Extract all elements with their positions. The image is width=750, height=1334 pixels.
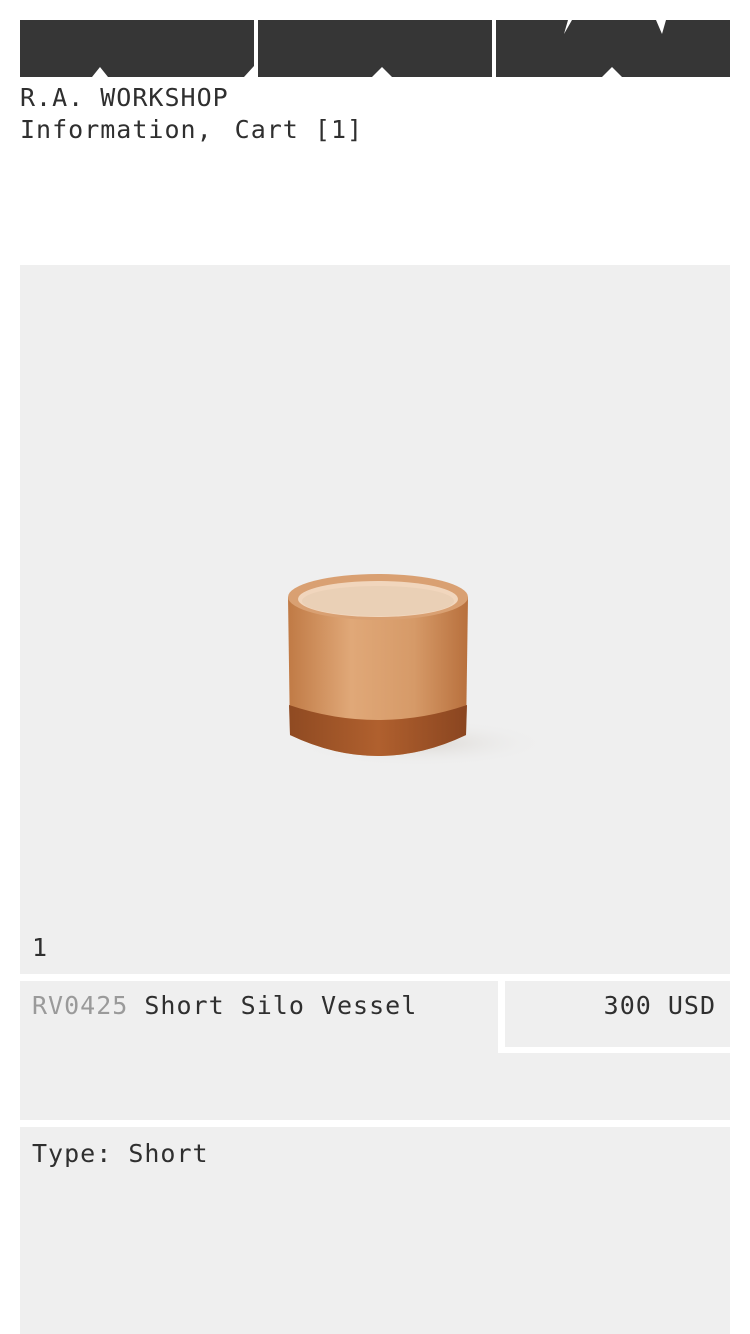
product-image (288, 574, 550, 767)
nav-separator: , (196, 115, 213, 144)
product-type-label: Type: (32, 1139, 113, 1168)
product-title: RV0425 Short Silo Vessel (32, 991, 417, 1020)
title-panel-lower (20, 1053, 730, 1120)
product-title-panel: RV0425 Short Silo Vessel (20, 981, 498, 1053)
main-nav: Information, Cart [1] (20, 114, 363, 146)
product-price-panel: 300 USD (505, 981, 730, 1047)
product-price: 300 USD (603, 991, 716, 1020)
product-name: Short Silo Vessel (144, 991, 418, 1020)
nav-cart-link[interactable]: Cart [1] (235, 115, 363, 144)
product-type-value: Short (128, 1139, 209, 1168)
nav-information-link[interactable]: Information (20, 115, 197, 144)
logo-graphic (20, 20, 730, 77)
product-type[interactable]: Type: Short (32, 1139, 209, 1168)
brand-logo[interactable] (20, 20, 730, 77)
product-sku: RV0425 (32, 991, 129, 1020)
product-image-panel[interactable]: 1 (20, 265, 730, 974)
product-type-panel: Type: Short (20, 1127, 730, 1334)
brand-name[interactable]: R.A. WORKSHOP (20, 82, 229, 114)
image-counter: 1 (32, 933, 48, 962)
